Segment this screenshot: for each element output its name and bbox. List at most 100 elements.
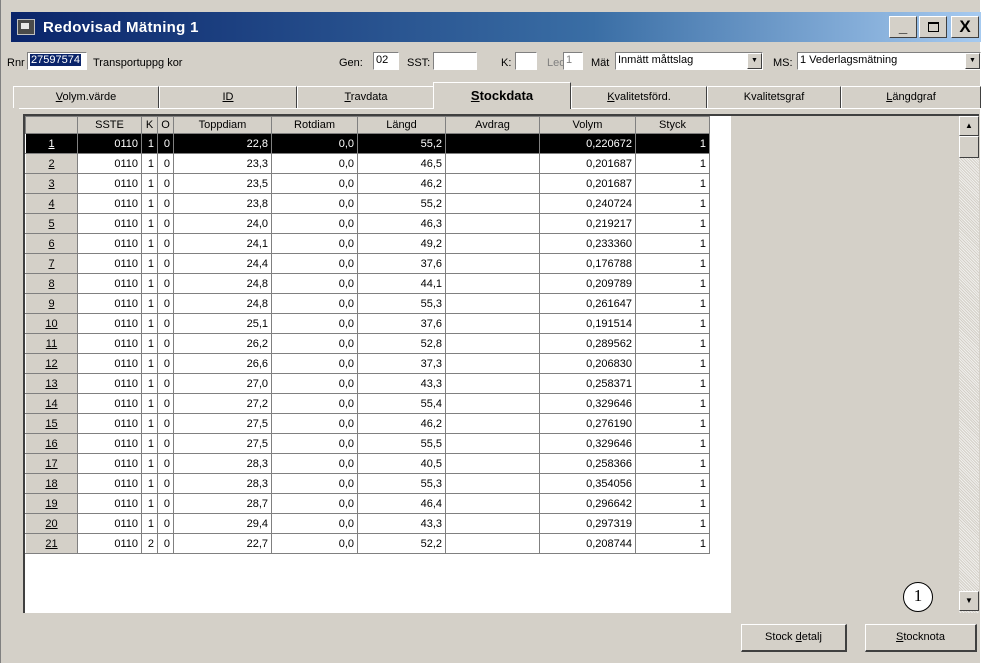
table-cell[interactable]: 0,220672	[539, 133, 636, 154]
tab-kvalitetsgraf[interactable]: Kvalitetsgraf	[707, 86, 841, 108]
table-cell[interactable]: 1	[635, 473, 710, 494]
table-cell[interactable]	[445, 513, 540, 534]
table-cell[interactable]: 0,219217	[539, 213, 636, 234]
table-cell[interactable]: 1	[635, 253, 710, 274]
table-cell[interactable]: 0,233360	[539, 233, 636, 254]
table-cell[interactable]: 25,1	[173, 313, 272, 334]
table-cell[interactable]: 1	[635, 373, 710, 394]
table-row[interactable]: 18 0110 1 0 28,3 0,0 55,3 0,354056 1	[25, 473, 710, 494]
table-cell[interactable]	[445, 133, 540, 154]
table-cell[interactable]: 0110	[77, 153, 142, 174]
table-cell[interactable]: 43,3	[357, 373, 446, 394]
table-cell[interactable]: 0110	[77, 533, 142, 554]
table-cell[interactable]: 0,296642	[539, 493, 636, 514]
table-cell[interactable]: 37,6	[357, 253, 446, 274]
table-cell[interactable]: 1	[141, 493, 158, 514]
table-cell[interactable]: 0110	[77, 213, 142, 234]
table-cell[interactable]: 27,5	[173, 413, 272, 434]
table-row[interactable]: 1 0110 1 0 22,8 0,0 55,2 0,220672 1	[25, 133, 710, 154]
table-cell[interactable]: 0,0	[271, 213, 358, 234]
table-cell[interactable]: 0,0	[271, 453, 358, 474]
row-number[interactable]: 4	[25, 193, 78, 214]
table-cell[interactable]: 0,258366	[539, 453, 636, 474]
table-cell[interactable]: 55,3	[357, 293, 446, 314]
row-number[interactable]: 1	[25, 133, 78, 154]
table-cell[interactable]: 0110	[77, 373, 142, 394]
table-cell[interactable]: 0110	[77, 453, 142, 474]
table-row[interactable]: 17 0110 1 0 28,3 0,0 40,5 0,258366 1	[25, 453, 710, 474]
table-cell[interactable]: 0,0	[271, 493, 358, 514]
table-cell[interactable]	[445, 193, 540, 214]
table-cell[interactable]	[445, 173, 540, 194]
table-cell[interactable]: 0,0	[271, 393, 358, 414]
table-cell[interactable]: 1	[635, 333, 710, 354]
table-row[interactable]: 20 0110 1 0 29,4 0,0 43,3 0,297319 1	[25, 513, 710, 534]
row-number[interactable]: 6	[25, 233, 78, 254]
table-row[interactable]: 3 0110 1 0 23,5 0,0 46,2 0,201687 1	[25, 173, 710, 194]
table-cell[interactable]: 0,240724	[539, 193, 636, 214]
vertical-scrollbar[interactable]: ▲ ▼	[959, 116, 979, 613]
table-cell[interactable]: 1	[141, 353, 158, 374]
table-cell[interactable]: 1	[141, 153, 158, 174]
table-cell[interactable]: 0,0	[271, 173, 358, 194]
table-cell[interactable]: 1	[635, 193, 710, 214]
row-number[interactable]: 16	[25, 433, 78, 454]
table-cell[interactable]: 1	[635, 453, 710, 474]
row-number[interactable]: 18	[25, 473, 78, 494]
table-cell[interactable]: 23,5	[173, 173, 272, 194]
table-row[interactable]: 13 0110 1 0 27,0 0,0 43,3 0,258371 1	[25, 373, 710, 394]
table-cell[interactable]	[445, 373, 540, 394]
table-cell[interactable]: 0110	[77, 273, 142, 294]
table-cell[interactable]: 1	[141, 193, 158, 214]
row-number[interactable]: 7	[25, 253, 78, 274]
table-cell[interactable]: 0,0	[271, 273, 358, 294]
table-cell[interactable]: 1	[141, 313, 158, 334]
ms-select[interactable]: 1 Vederlagsmätning ▼	[797, 52, 981, 70]
table-cell[interactable]: 0	[157, 253, 174, 274]
table-cell[interactable]: 0	[157, 433, 174, 454]
table-cell[interactable]: 26,6	[173, 353, 272, 374]
table-cell[interactable]: 0,208744	[539, 533, 636, 554]
table-row[interactable]: 12 0110 1 0 26,6 0,0 37,3 0,206830 1	[25, 353, 710, 374]
table-cell[interactable]: 24,1	[173, 233, 272, 254]
table-cell[interactable]: 0110	[77, 173, 142, 194]
table-cell[interactable]: 0	[157, 493, 174, 514]
table-cell[interactable]: 0,297319	[539, 513, 636, 534]
table-cell[interactable]: 22,8	[173, 133, 272, 154]
table-cell[interactable]: 0,0	[271, 313, 358, 334]
table-cell[interactable]: 55,3	[357, 473, 446, 494]
scroll-thumb[interactable]	[959, 136, 979, 158]
table-cell[interactable]: 1	[635, 213, 710, 234]
table-cell[interactable]: 1	[141, 453, 158, 474]
table-cell[interactable]: 1	[635, 233, 710, 254]
table-cell[interactable]: 0,0	[271, 353, 358, 374]
table-cell[interactable]: 28,3	[173, 473, 272, 494]
table-cell[interactable]: 24,8	[173, 273, 272, 294]
table-cell[interactable]: 0,176788	[539, 253, 636, 274]
table-cell[interactable]: 55,4	[357, 393, 446, 414]
table-row[interactable]: 2 0110 1 0 23,3 0,0 46,5 0,201687 1	[25, 153, 710, 174]
table-cell[interactable]: 0,258371	[539, 373, 636, 394]
table-cell[interactable]: 0	[157, 273, 174, 294]
table-row[interactable]: 21 0110 2 0 22,7 0,0 52,2 0,208744 1	[25, 533, 710, 554]
table-cell[interactable]	[445, 393, 540, 414]
table-cell[interactable]: 0110	[77, 413, 142, 434]
table-cell[interactable]: 40,5	[357, 453, 446, 474]
table-cell[interactable]: 0110	[77, 133, 142, 154]
table-cell[interactable]: 2	[141, 533, 158, 554]
table-cell[interactable]: 0	[157, 313, 174, 334]
column-header[interactable]: Toppdiam	[173, 116, 272, 134]
table-cell[interactable]: 0	[157, 353, 174, 374]
title-bar[interactable]: Redovisad Mätning 1 _ X	[11, 12, 981, 42]
column-header[interactable]: Rotdiam	[271, 116, 358, 134]
table-cell[interactable]: 0110	[77, 353, 142, 374]
table-cell[interactable]: 1	[635, 273, 710, 294]
table-cell[interactable]: 0,191514	[539, 313, 636, 334]
table-cell[interactable]: 0	[157, 213, 174, 234]
table-cell[interactable]: 0	[157, 473, 174, 494]
table-cell[interactable]: 37,3	[357, 353, 446, 374]
table-cell[interactable]: 0	[157, 533, 174, 554]
table-row[interactable]: 8 0110 1 0 24,8 0,0 44,1 0,209789 1	[25, 273, 710, 294]
led-field[interactable]: 1	[563, 52, 583, 70]
table-cell[interactable]: 0110	[77, 253, 142, 274]
